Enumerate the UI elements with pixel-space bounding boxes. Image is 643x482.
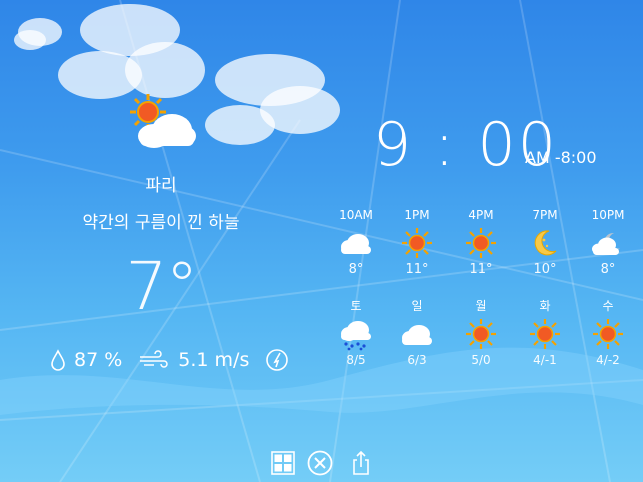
grid-button[interactable] [270, 450, 296, 476]
day-label: 일 [411, 299, 423, 313]
hour-temp: 8° [348, 262, 364, 277]
daily-item: 화 4/-1 [513, 297, 577, 367]
hour-label: 4PM [468, 208, 494, 222]
hour-temp: 10° [533, 262, 557, 277]
day-range: 4/-2 [596, 353, 620, 367]
sun-icon [593, 319, 623, 349]
moon-icon [534, 230, 557, 256]
hour-temp: 8° [600, 262, 616, 277]
hourly-item: 10AM 8° [324, 206, 388, 277]
day-label: 월 [475, 299, 487, 313]
clock-time: 9 : 00 [373, 110, 558, 180]
hourly-item: 7PM 10° [513, 206, 577, 277]
daily-item: 토 8/5 [324, 297, 388, 367]
grid-icon [271, 451, 295, 475]
city-name: 파리 [145, 176, 177, 196]
daily-item: 월 5/0 [449, 297, 513, 367]
sun-icon [402, 228, 432, 258]
hour-temp: 11° [469, 262, 493, 277]
hourly-item: 1PM 11° [385, 206, 449, 277]
current-temperature: 7° [125, 248, 199, 325]
day-range: 5/0 [471, 353, 491, 367]
wind-direction-icon [266, 349, 289, 371]
close-button[interactable] [307, 450, 333, 476]
cloud-icon [341, 234, 371, 254]
bottom-toolbar [270, 450, 380, 476]
wind-icon [140, 350, 168, 368]
sun-icon [466, 319, 496, 349]
hourly-item: 10PM 8° [576, 206, 640, 277]
share-button[interactable] [348, 450, 374, 476]
hour-label: 1PM [404, 208, 430, 222]
humidity-drop-icon [51, 349, 65, 371]
hour-temp: 11° [405, 262, 429, 277]
cloud-icon [402, 325, 432, 345]
humidity-value: 87 % [74, 349, 123, 371]
rain-cloud-icon [341, 321, 371, 351]
day-label: 수 [602, 299, 614, 313]
day-label: 화 [539, 299, 551, 313]
hour-label: 10PM [591, 208, 625, 222]
wind-value: 5.1 m/s [178, 349, 250, 371]
stats-row: 87 % 5.1 m/s [50, 346, 289, 374]
daily-item: 일 6/3 [385, 297, 449, 367]
day-range: 4/-1 [533, 353, 557, 367]
sun-icon [530, 319, 560, 349]
clock-ampm-offset: AM -8:00 [525, 148, 597, 167]
hour-label: 7PM [532, 208, 558, 222]
day-range: 8/5 [346, 353, 366, 367]
day-label: 토 [350, 299, 362, 313]
daily-item: 수 4/-2 [576, 297, 640, 367]
day-range: 6/3 [407, 353, 427, 367]
hourly-item: 4PM 11° [449, 206, 513, 277]
sun-icon [466, 228, 496, 258]
hour-label: 10AM [339, 208, 373, 222]
condition-text: 약간의 구름이 낀 하늘 [82, 213, 240, 233]
share-icon [353, 450, 369, 475]
close-icon [307, 450, 333, 476]
partly-sunny-icon [130, 94, 196, 148]
cloud-night-icon [592, 232, 620, 255]
